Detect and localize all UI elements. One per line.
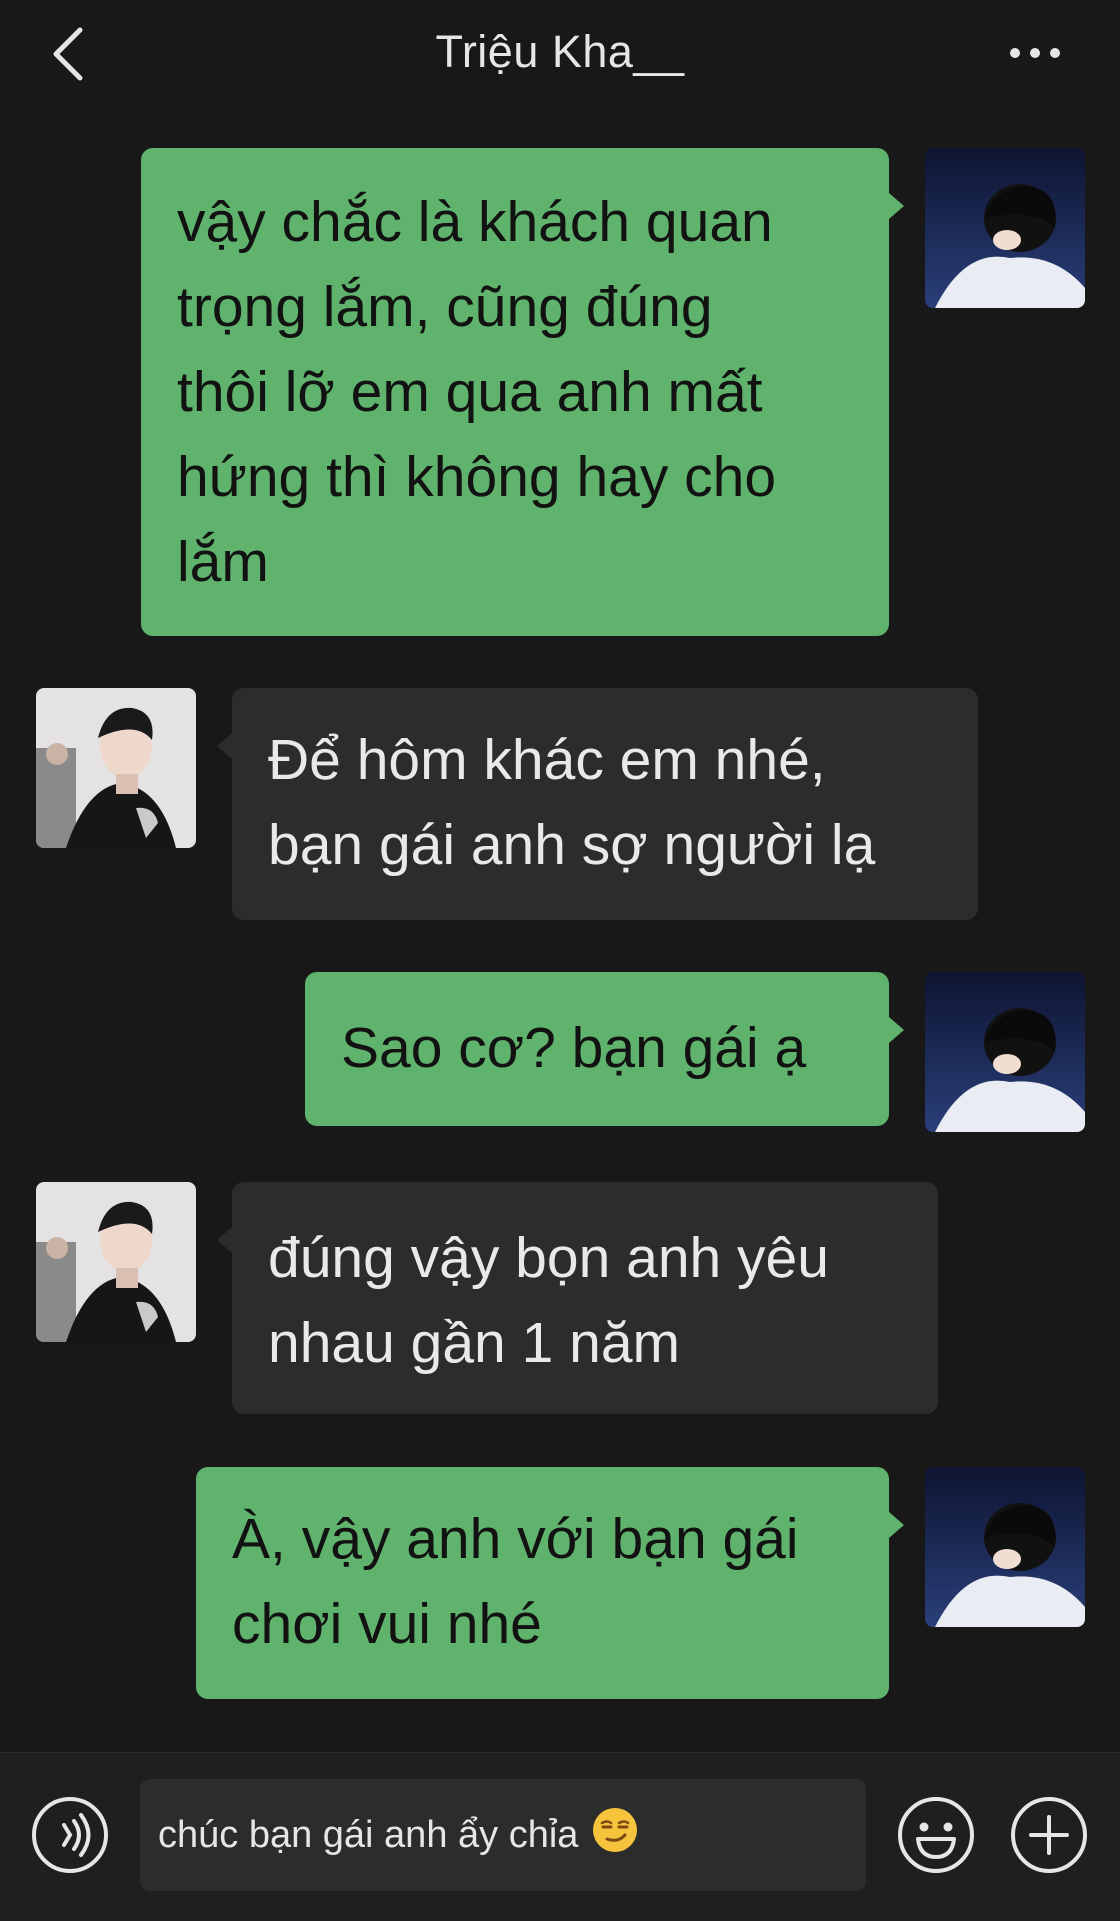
message-line: Để hôm khác em nhé,: [268, 728, 826, 792]
plus-button[interactable]: [1009, 1795, 1089, 1875]
contact-avatar[interactable]: [36, 1182, 196, 1342]
message-line: đúng vậy bọn anh yêu: [268, 1226, 829, 1290]
message-line: bạn gái anh sợ người lạ: [268, 813, 876, 877]
message-bubble-outgoing[interactable]: Sao cơ? bạn gái ạ: [305, 972, 889, 1126]
bubble-tail: [217, 733, 232, 759]
contact-name: Triệu Kha__: [435, 26, 685, 77]
message-input-bar: chúc bạn gái anh ẩy chỉa: [0, 1752, 1120, 1921]
voice-button[interactable]: [30, 1795, 110, 1875]
my-avatar[interactable]: [925, 148, 1085, 308]
more-horizontal-icon: [1010, 48, 1060, 58]
message-line: trọng lắm, cũng đúng: [177, 275, 713, 339]
message-input[interactable]: chúc bạn gái anh ẩy chỉa: [140, 1779, 866, 1891]
message-bubble-incoming[interactable]: Để hôm khác em nhé, bạn gái anh sợ người…: [232, 688, 978, 920]
message-bubble-outgoing[interactable]: À, vậy anh với bạn gái chơi vui nhé: [196, 1467, 889, 1699]
message-line: nhau gần 1 năm: [268, 1311, 680, 1375]
message-line: lắm: [177, 530, 269, 594]
message-line: chơi vui nhé: [232, 1592, 542, 1656]
bubble-tail: [217, 1227, 232, 1253]
message-line: vậy chắc là khách quan: [177, 190, 773, 254]
message-line: hứng thì không hay cho: [177, 445, 777, 509]
bubble-tail: [889, 1512, 904, 1538]
bubble-tail: [889, 193, 904, 219]
message-bubble-outgoing[interactable]: vậy chắc là khách quan trọng lắm, cũng đ…: [141, 148, 889, 636]
emoji-icon: [898, 1797, 974, 1873]
plus-icon: [1011, 1797, 1087, 1873]
input-text: chúc bạn gái anh ẩy chỉa: [158, 1813, 579, 1856]
more-options-button[interactable]: [1000, 30, 1070, 76]
voice-icon: [32, 1797, 108, 1873]
contact-avatar[interactable]: [36, 688, 196, 848]
chat-header: Triệu Kha__: [0, 0, 1120, 112]
my-avatar[interactable]: [925, 1467, 1085, 1627]
message-line: thôi lỡ em qua anh mất: [177, 360, 763, 424]
message-bubble-incoming[interactable]: đúng vậy bọn anh yêu nhau gần 1 năm: [232, 1182, 938, 1414]
message-line: À, vậy anh với bạn gái: [232, 1507, 799, 1571]
emoji-button[interactable]: [896, 1795, 976, 1875]
message-line: Sao cơ? bạn gái ạ: [341, 1016, 807, 1080]
bubble-tail: [889, 1017, 904, 1043]
smirk-emoji-icon: [592, 1807, 638, 1863]
my-avatar[interactable]: [925, 972, 1085, 1132]
